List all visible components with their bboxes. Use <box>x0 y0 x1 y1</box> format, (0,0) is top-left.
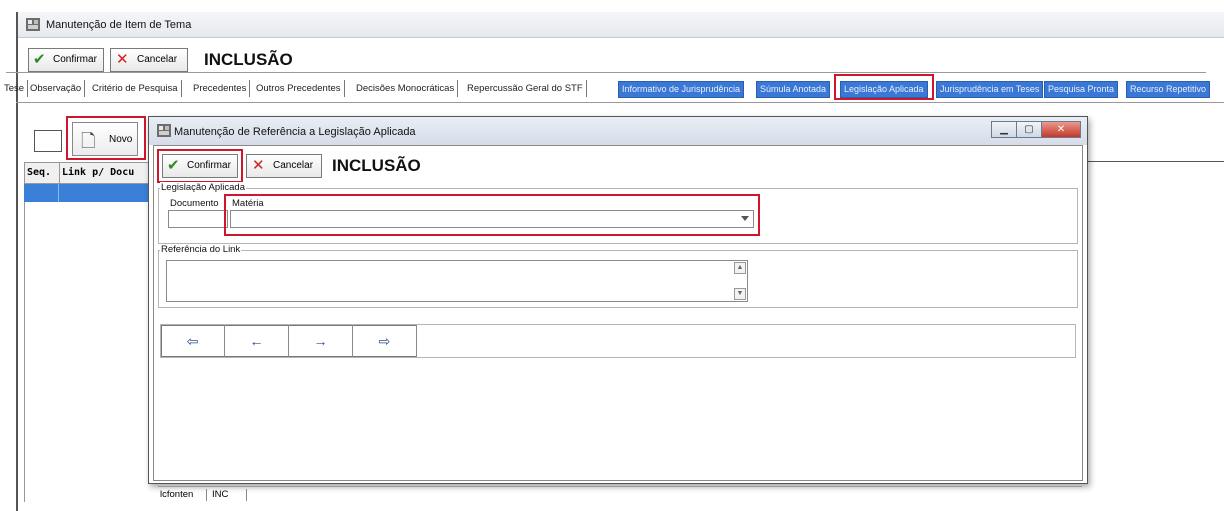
highlight-tab-legislacao <box>834 74 934 100</box>
dialog-cancel-label: Cancelar <box>273 160 314 171</box>
main-mode-heading: INCLUSÃO <box>204 50 293 69</box>
grid-col-link[interactable]: Link p/ Docu <box>62 163 134 183</box>
double-arrow-left-icon: ⇦ <box>186 333 199 349</box>
checkmark-icon: ✔ <box>33 51 46 68</box>
grid-header: Seq. Link p/ Docu <box>24 162 154 184</box>
maximize-icon: ▢ <box>1024 124 1034 135</box>
tab-pesquisa-pronta[interactable]: Pesquisa Pronta <box>1044 81 1119 98</box>
grid-col-seq[interactable]: Seq. <box>27 163 51 183</box>
cancel-x-icon: ✕ <box>116 51 129 68</box>
highlight-novo-button <box>66 116 146 160</box>
main-confirm-button[interactable]: ✔ Confirmar <box>28 48 104 72</box>
dialog-app-icon <box>157 124 171 137</box>
legislacao-dialog: Manutenção de Referência a Legislação Ap… <box>148 116 1088 501</box>
grid-row-divider <box>58 184 59 202</box>
nav-last-button[interactable]: ⇨ <box>353 325 417 357</box>
documento-label: Documento <box>170 198 219 209</box>
status-panel-mode: INC <box>212 489 229 500</box>
arrow-right-icon: → <box>313 333 328 349</box>
main-titlebar: Manutenção de Item de Tema <box>18 12 1224 38</box>
double-arrow-right-icon: ⇨ <box>378 333 391 349</box>
tab-informativo-de-jurisprudencia[interactable]: Informativo de Jurisprudência <box>618 81 745 98</box>
grid-border <box>24 202 25 502</box>
tab-underline <box>16 102 1224 103</box>
main-cancel-button[interactable]: ✕ Cancelar <box>110 48 188 72</box>
tab-criterio-de-pesquisa[interactable]: Critério de Pesquisa <box>92 80 182 97</box>
tab-observacao[interactable]: Observação <box>30 80 86 97</box>
tab-tese[interactable]: Tese <box>4 80 29 97</box>
referencia-textarea[interactable]: ▲ ▼ <box>166 260 748 302</box>
nav-first-button[interactable]: ⇦ <box>161 325 225 357</box>
tab-jurisprudencia-em-teses[interactable]: Jurisprudência em Teses <box>936 81 1044 98</box>
arrow-left-icon: ← <box>249 333 264 349</box>
tab-precedentes[interactable]: Precedentes <box>193 80 251 97</box>
app-icon <box>26 18 40 31</box>
tab-decisoes-monocraticas[interactable]: Decisões Monocráticas <box>356 80 459 97</box>
group-legislacao-label: Legislação Aplicada <box>160 182 246 193</box>
group-referencia-label: Referência do Link <box>160 244 242 255</box>
record-navigator: ⇦ ← → ⇨ <box>160 324 1076 358</box>
main-cancel-label: Cancelar <box>137 54 178 65</box>
grid-col-divider <box>59 163 60 183</box>
minimize-icon: ▁ <box>1000 124 1008 135</box>
dialog-titlebar: Manutenção de Referência a Legislação Ap… <box>149 117 1087 145</box>
main-window-title: Manutenção de Item de Tema <box>46 19 192 31</box>
cancel-x-icon: ✕ <box>252 157 265 174</box>
status-divider <box>206 489 207 501</box>
status-bar: lcfonten INC <box>158 486 1082 502</box>
toolbar-separator <box>6 72 1206 73</box>
highlight-materia <box>224 194 760 236</box>
record-indicator-box <box>34 130 62 152</box>
nav-next-button[interactable]: → <box>289 325 353 357</box>
status-panel-font: lcfonten <box>160 489 194 500</box>
close-icon: ✕ <box>1056 124 1066 135</box>
dialog-title: Manutenção de Referência a Legislação Ap… <box>174 126 416 138</box>
maximize-button[interactable]: ▢ <box>1016 121 1042 138</box>
close-button[interactable]: ✕ <box>1041 121 1081 138</box>
tab-sumula-anotada[interactable]: Súmula Anotada <box>756 81 831 98</box>
status-divider <box>246 489 247 501</box>
dialog-mode-heading: INCLUSÃO <box>332 156 421 175</box>
right-panel-border <box>1086 161 1224 162</box>
tab-outros-precedentes[interactable]: Outros Precedentes <box>256 80 345 97</box>
documento-field[interactable] <box>168 210 228 228</box>
tab-recurso-repetitivo[interactable]: Recurso Repetitivo <box>1126 81 1211 98</box>
minimize-button[interactable]: ▁ <box>991 121 1017 138</box>
highlight-dialog-confirm <box>157 149 243 183</box>
scroll-down-icon[interactable]: ▼ <box>734 288 746 300</box>
tab-repercussao-geral-stf[interactable]: Repercussão Geral do STF <box>467 80 587 97</box>
nav-prev-button[interactable]: ← <box>225 325 289 357</box>
main-confirm-label: Confirmar <box>53 54 97 65</box>
grid-selected-row[interactable] <box>24 184 154 202</box>
scroll-up-icon[interactable]: ▲ <box>734 262 746 274</box>
window-controls: ▁ ▢ ✕ <box>991 121 1081 139</box>
dialog-cancel-button[interactable]: ✕ Cancelar <box>246 154 322 178</box>
dialog-body: ✔ Confirmar ✕ Cancelar INCLUSÃO Legislaç… <box>153 145 1083 501</box>
